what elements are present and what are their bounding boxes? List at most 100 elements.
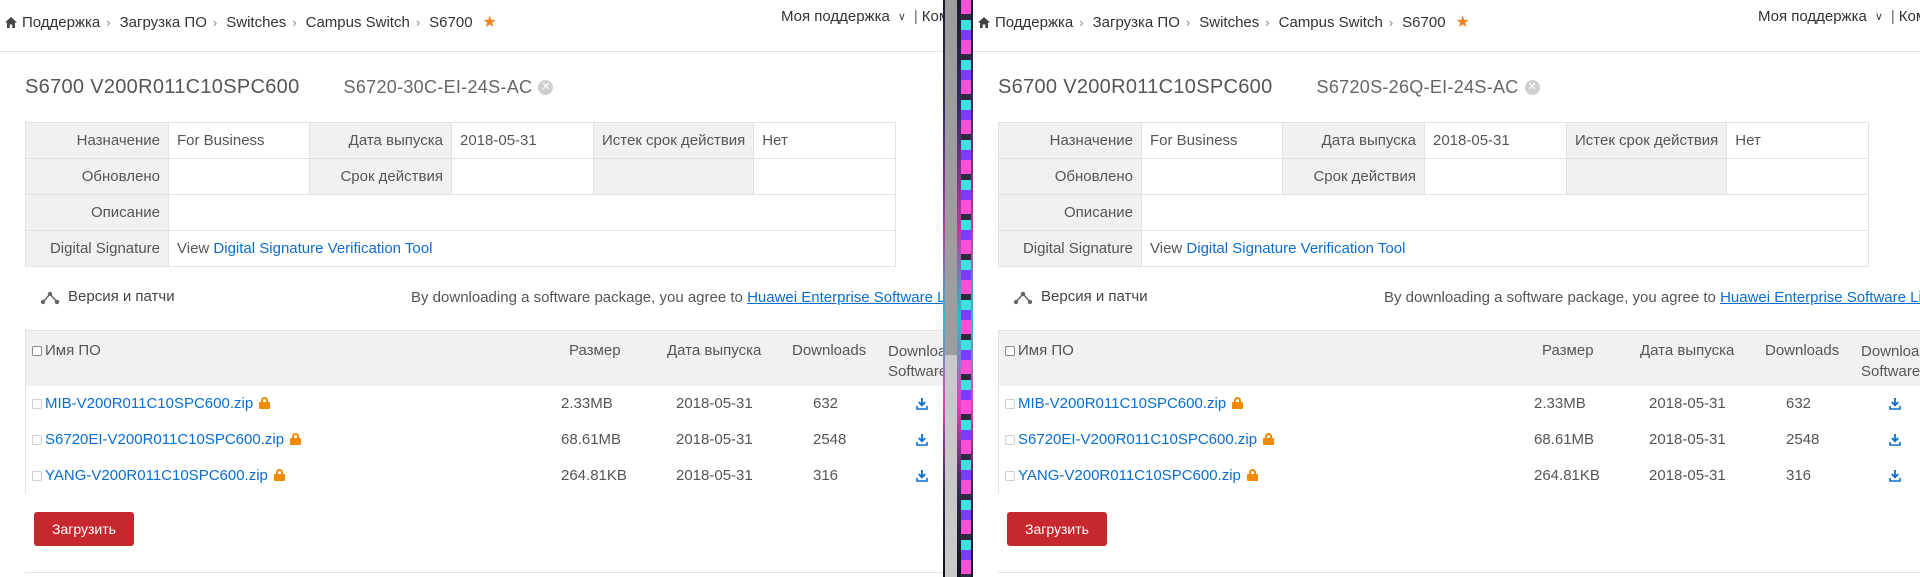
- empty-cell: [753, 158, 897, 195]
- breadcrumb-item[interactable]: Switches ›: [226, 14, 305, 31]
- load-button[interactable]: Загрузить: [1007, 512, 1107, 546]
- select-all-checkbox[interactable]: [32, 346, 42, 357]
- lock-icon: [1232, 397, 1244, 409]
- table-header: Имя ПО Размер Дата выпуска Downloads Dow…: [999, 331, 1920, 386]
- select-all-checkbox[interactable]: [1005, 346, 1015, 357]
- home-icon[interactable]: [977, 16, 991, 29]
- file-link[interactable]: YANG-V200R011C10SPC600.zip: [45, 467, 268, 484]
- title-row: S6700 V200R011C10SPC600 S6720-30C-EI-24S…: [25, 76, 554, 99]
- header-name: Имя ПО: [1018, 342, 1074, 359]
- lock-icon: [1263, 433, 1275, 445]
- breadcrumb-item[interactable]: Switches ›: [1199, 14, 1278, 31]
- header-download-software: Download Software: [888, 342, 943, 382]
- file-link[interactable]: YANG-V200R011C10SPC600.zip: [1018, 467, 1241, 484]
- home-icon[interactable]: [4, 16, 18, 29]
- breadcrumb-item[interactable]: Campus Switch ›: [306, 14, 430, 31]
- description-label: Описание: [25, 194, 169, 231]
- favorite-star-icon[interactable]: ★: [1456, 12, 1470, 32]
- agreement-text: By downloading a software package, you a…: [411, 289, 743, 306]
- license-agreement-text: By downloading a software package, you a…: [411, 289, 943, 306]
- row-checkbox[interactable]: [32, 435, 42, 446]
- row-checkbox[interactable]: [1005, 435, 1015, 446]
- file-link[interactable]: MIB-V200R011C10SPC600.zip: [1018, 395, 1226, 412]
- updated-value: [168, 158, 310, 195]
- left-browser-pane: Поддержка › Загрузка ПО › Switches › Campus…: [0, 0, 943, 577]
- breadcrumb-item-current[interactable]: S6700: [1402, 14, 1445, 31]
- file-size: 68.61MB: [561, 431, 622, 448]
- favorite-star-icon[interactable]: ★: [483, 12, 497, 32]
- chevron-right-icon: ›: [292, 14, 297, 30]
- row-checkbox[interactable]: [1005, 471, 1015, 482]
- versions-patches-link[interactable]: Версия и патчи: [40, 288, 175, 305]
- chevron-right-icon: ›: [1265, 14, 1270, 30]
- support-menu[interactable]: Моя поддержка ∨ | Коммент: [781, 8, 943, 25]
- release-date-value: 2018-05-31: [451, 122, 594, 159]
- download-button[interactable]: [916, 469, 928, 486]
- updated-label: Обновлено: [998, 158, 1142, 195]
- description-value: [1140, 194, 1870, 231]
- breadcrumb-item[interactable]: Загрузка ПО ›: [1093, 14, 1200, 31]
- download-button[interactable]: [1889, 397, 1901, 414]
- breadcrumb-item-current[interactable]: S6700: [429, 14, 472, 31]
- versions-patches-link[interactable]: Версия и патчи: [1013, 288, 1148, 305]
- header-date: Дата выпуска: [667, 342, 762, 359]
- comments-link[interactable]: Коммент: [922, 8, 943, 25]
- expired-label: Истек срок действия: [1565, 122, 1728, 159]
- validity-value: [451, 158, 594, 195]
- support-menu[interactable]: Моя поддержка ∨ | Коммент: [1758, 8, 1920, 25]
- download-button[interactable]: [1889, 469, 1901, 486]
- header-download-line2: Software: [888, 363, 943, 380]
- close-icon[interactable]: ✕: [538, 80, 554, 95]
- chevron-down-icon: ∨: [1874, 11, 1883, 23]
- download-button[interactable]: [916, 433, 928, 450]
- breadcrumb-item[interactable]: Campus Switch ›: [1279, 14, 1403, 31]
- load-button[interactable]: Загрузить: [34, 512, 134, 546]
- file-downloads: 316: [813, 467, 839, 484]
- right-browser-pane: Поддержка › Загрузка ПО › Switches › Campus…: [973, 0, 1920, 577]
- breadcrumb-item[interactable]: Поддержка ›: [995, 14, 1093, 31]
- chevron-right-icon: ›: [106, 14, 111, 30]
- row-checkbox[interactable]: [32, 399, 42, 410]
- signature-tool-link[interactable]: Digital Signature Verification Tool: [213, 240, 432, 257]
- signature-tool-link[interactable]: Digital Signature Verification Tool: [1186, 240, 1405, 257]
- header-download-line2: Software: [1861, 363, 1920, 380]
- header-download-software: Download Software: [1861, 342, 1920, 382]
- description-value: [167, 194, 897, 231]
- model-name: S6720S-26Q-EI-24S-AC: [1316, 77, 1519, 97]
- close-icon[interactable]: ✕: [1524, 80, 1540, 95]
- header-date: Дата выпуска: [1640, 342, 1735, 359]
- download-icon: [916, 470, 928, 482]
- digital-signature-label: Digital Signature: [998, 230, 1142, 267]
- release-date-value: 2018-05-31: [1424, 122, 1567, 159]
- download-icon: [916, 398, 928, 410]
- header-size: Размер: [569, 342, 621, 359]
- table-header: Имя ПО Размер Дата выпуска Downloads Dow…: [26, 331, 943, 386]
- download-button[interactable]: [1889, 433, 1901, 450]
- breadcrumb-item[interactable]: Загрузка ПО ›: [120, 14, 227, 31]
- row-checkbox[interactable]: [1005, 399, 1015, 410]
- file-date: 2018-05-31: [1649, 467, 1726, 484]
- file-link[interactable]: S6720EI-V200R011C10SPC600.zip: [1018, 431, 1257, 448]
- expired-value: Нет: [753, 122, 897, 159]
- lock-icon: [1246, 469, 1258, 481]
- digital-signature-label: Digital Signature: [25, 230, 169, 267]
- file-link[interactable]: S6720EI-V200R011C10SPC600.zip: [45, 431, 284, 448]
- top-bar: Поддержка › Загрузка ПО › Switches › Campus…: [0, 0, 943, 52]
- scrollbar-thumb[interactable]: [945, 0, 957, 355]
- license-link[interactable]: Huawei Enterprise Software License: [1720, 289, 1920, 306]
- updated-label: Обновлено: [25, 158, 169, 195]
- breadcrumb: Поддержка › Загрузка ПО › Switches › Campus…: [4, 12, 497, 32]
- row-checkbox[interactable]: [32, 471, 42, 482]
- header-size: Размер: [1542, 342, 1594, 359]
- divider: [25, 572, 943, 573]
- breadcrumb-item[interactable]: Поддержка ›: [22, 14, 120, 31]
- download-button[interactable]: [916, 397, 928, 414]
- digital-signature-value: View Digital Signature Verification Tool: [1140, 230, 1870, 267]
- license-link[interactable]: Huawei Enterprise Software License: [747, 289, 943, 306]
- comments-link[interactable]: Коммент: [1899, 8, 1920, 25]
- file-link[interactable]: MIB-V200R011C10SPC600.zip: [45, 395, 253, 412]
- signature-view-text: View: [1150, 240, 1183, 257]
- purpose-label: Назначение: [25, 122, 169, 159]
- desktop-background-strip: [961, 0, 971, 577]
- file-name-cell: S6720EI-V200R011C10SPC600.zip: [32, 431, 302, 448]
